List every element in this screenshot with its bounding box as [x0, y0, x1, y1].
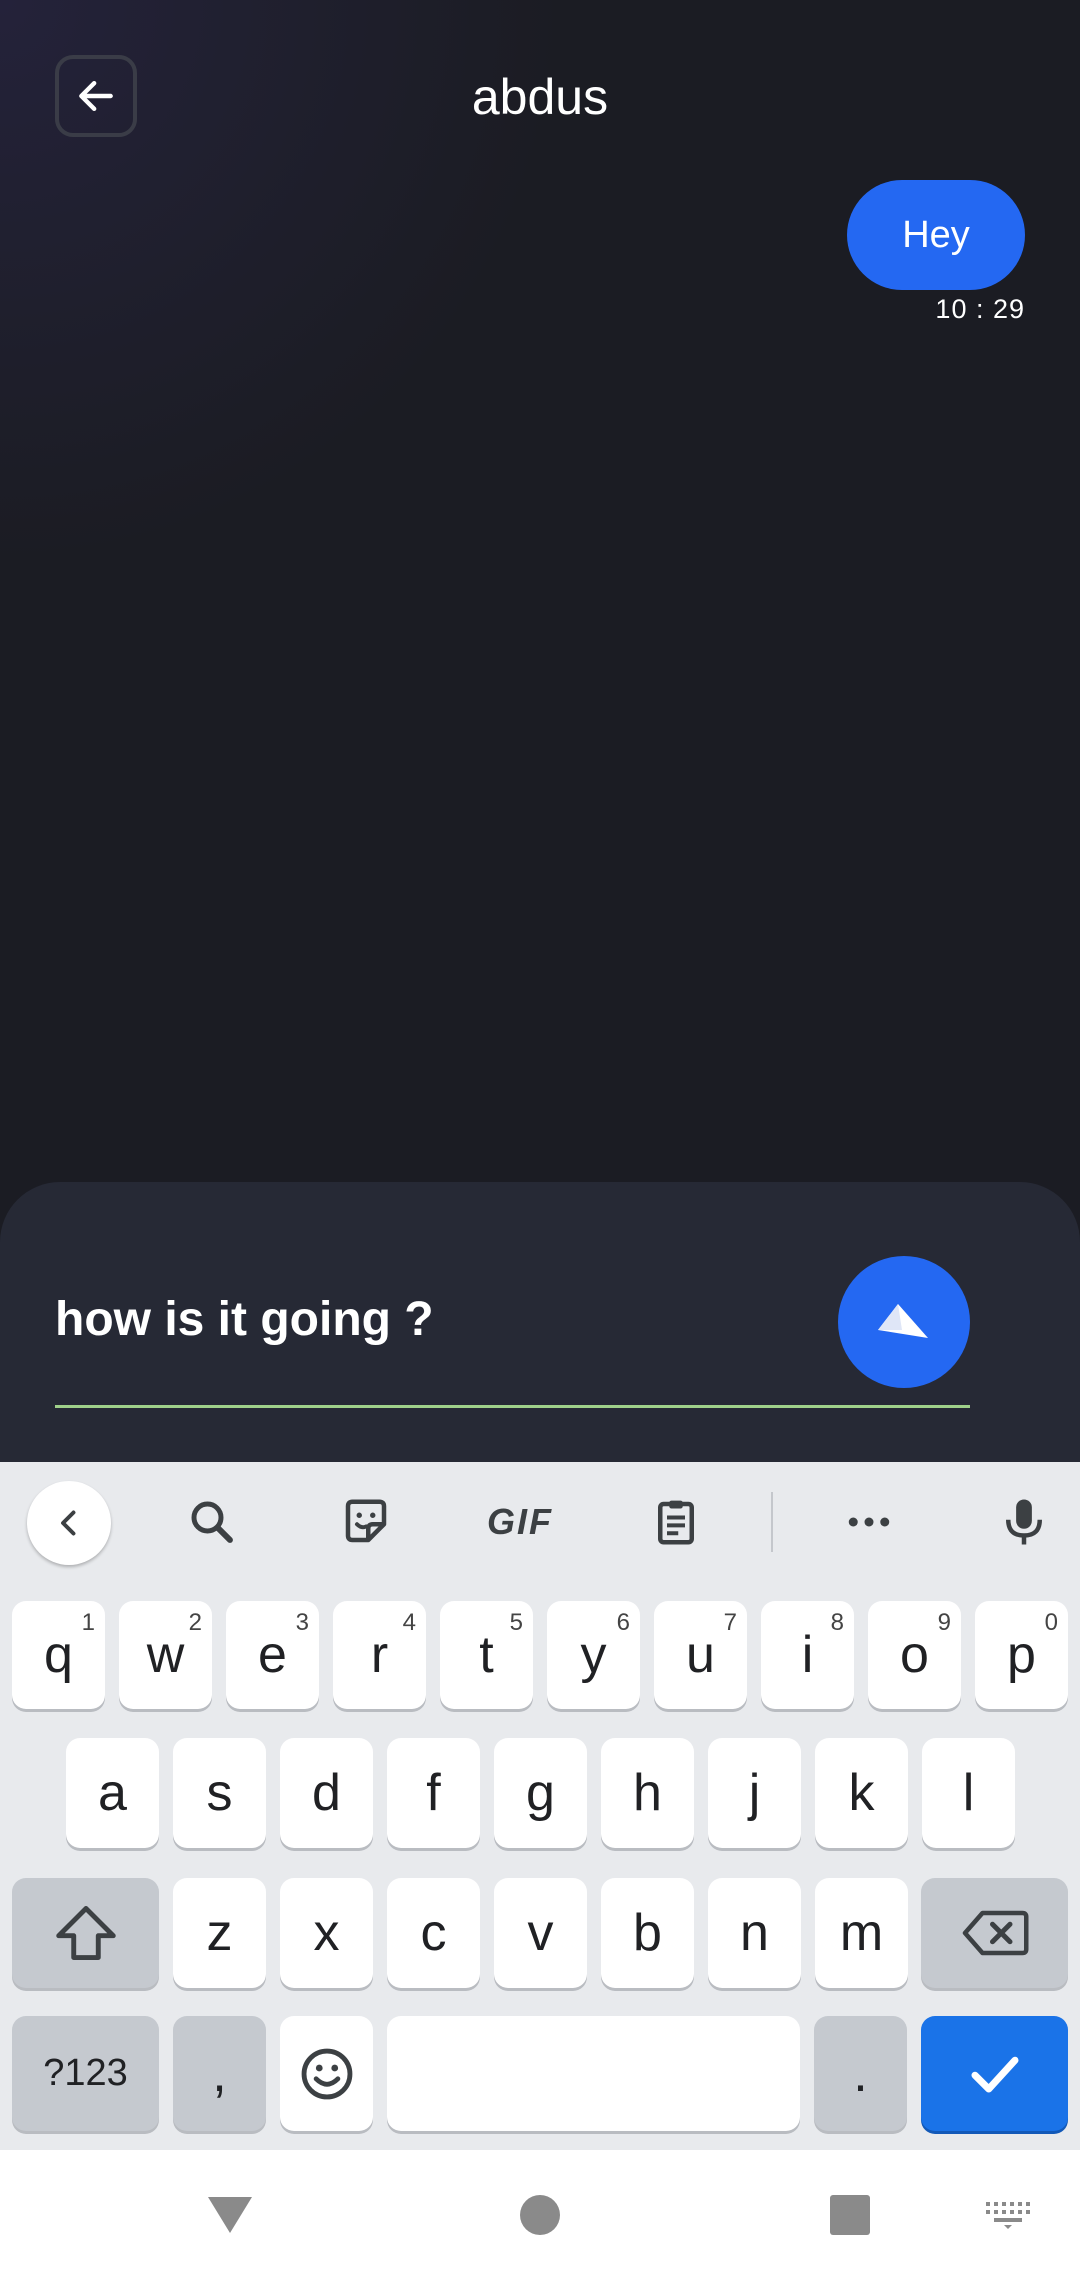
key-a[interactable]: a [66, 1738, 159, 1848]
backspace-key[interactable] [921, 1878, 1068, 1988]
gif-label: GIF [487, 1501, 553, 1542]
nav-recents-button[interactable] [820, 2185, 880, 2245]
checkmark-icon [971, 2056, 1018, 2092]
keyboard-search-button[interactable] [170, 1480, 254, 1564]
keyboard-clipboard-button[interactable] [634, 1480, 718, 1564]
key-i[interactable]: i8 [761, 1601, 854, 1709]
period-key[interactable]: . [814, 2016, 907, 2131]
message-bubble-outgoing[interactable]: Hey [847, 180, 1025, 290]
clipboard-icon [658, 1500, 694, 1545]
shift-icon [55, 1906, 116, 1960]
key-h[interactable]: h [601, 1738, 694, 1848]
key-y[interactable]: y6 [547, 1601, 640, 1709]
key-e[interactable]: e3 [226, 1601, 319, 1709]
key-v[interactable]: v [494, 1878, 587, 1988]
key-p[interactable]: p0 [975, 1601, 1068, 1709]
key-d[interactable]: d [280, 1738, 373, 1848]
recents-square-icon [830, 2195, 870, 2235]
key-u[interactable]: u7 [654, 1601, 747, 1709]
key-m[interactable]: m [815, 1878, 908, 1988]
nav-home-button[interactable] [510, 2185, 570, 2245]
message-timestamp: 10 : 29 [935, 294, 1025, 324]
key-f[interactable]: f [387, 1738, 480, 1848]
mic-icon [1006, 1499, 1042, 1545]
key-q[interactable]: q1 [12, 1601, 105, 1709]
key-r[interactable]: r4 [333, 1601, 426, 1709]
enter-key[interactable] [921, 2016, 1068, 2131]
keyboard-sticker-button[interactable] [324, 1480, 408, 1564]
key-z[interactable]: z [173, 1878, 266, 1988]
chevron-left-icon [61, 1510, 76, 1536]
message-text: Hey [902, 213, 970, 256]
nav-back-button[interactable] [200, 2185, 260, 2245]
search-icon [191, 1501, 233, 1543]
key-o[interactable]: o9 [868, 1601, 961, 1709]
smiley-icon [301, 2048, 352, 2099]
key-k[interactable]: k [815, 1738, 908, 1848]
shift-key[interactable] [12, 1878, 159, 1988]
key-l[interactable]: l [922, 1738, 1015, 1848]
message-input[interactable]: how is it going ? [55, 1290, 815, 1350]
key-x[interactable]: x [280, 1878, 373, 1988]
key-b[interactable]: b [601, 1878, 694, 1988]
symbols-key[interactable]: ?123 [12, 2016, 159, 2131]
keyboard-gif-button[interactable]: GIF [478, 1480, 562, 1564]
key-g[interactable]: g [494, 1738, 587, 1848]
key-w[interactable]: w2 [119, 1601, 212, 1709]
comma-key[interactable]: , [173, 2016, 266, 2131]
back-triangle-icon [208, 2197, 252, 2233]
send-icon [878, 1304, 928, 1338]
chat-title: abdus [471, 69, 609, 125]
send-button[interactable] [838, 1256, 970, 1388]
home-circle-icon [520, 2195, 560, 2235]
toolbar-divider [771, 1492, 773, 1552]
input-underline [55, 1405, 970, 1408]
keyboard-switch-icon [986, 2202, 1030, 2229]
key-s[interactable]: s [173, 1738, 266, 1848]
more-icon [848, 1517, 890, 1527]
keyboard-mic-button[interactable] [982, 1480, 1066, 1564]
keyboard-collapse-button[interactable] [27, 1481, 111, 1565]
keyboard-switch-button[interactable] [980, 2195, 1036, 2235]
key-j[interactable]: j [708, 1738, 801, 1848]
key-n[interactable]: n [708, 1878, 801, 1988]
chat-background [0, 0, 1080, 1185]
emoji-key[interactable] [280, 2016, 373, 2131]
sticker-icon [345, 1499, 387, 1543]
key-c[interactable]: c [387, 1878, 480, 1988]
backspace-icon [962, 1910, 1028, 1956]
keyboard-more-button[interactable] [827, 1480, 911, 1564]
space-key[interactable] [387, 2016, 800, 2131]
key-t[interactable]: t5 [440, 1601, 533, 1709]
